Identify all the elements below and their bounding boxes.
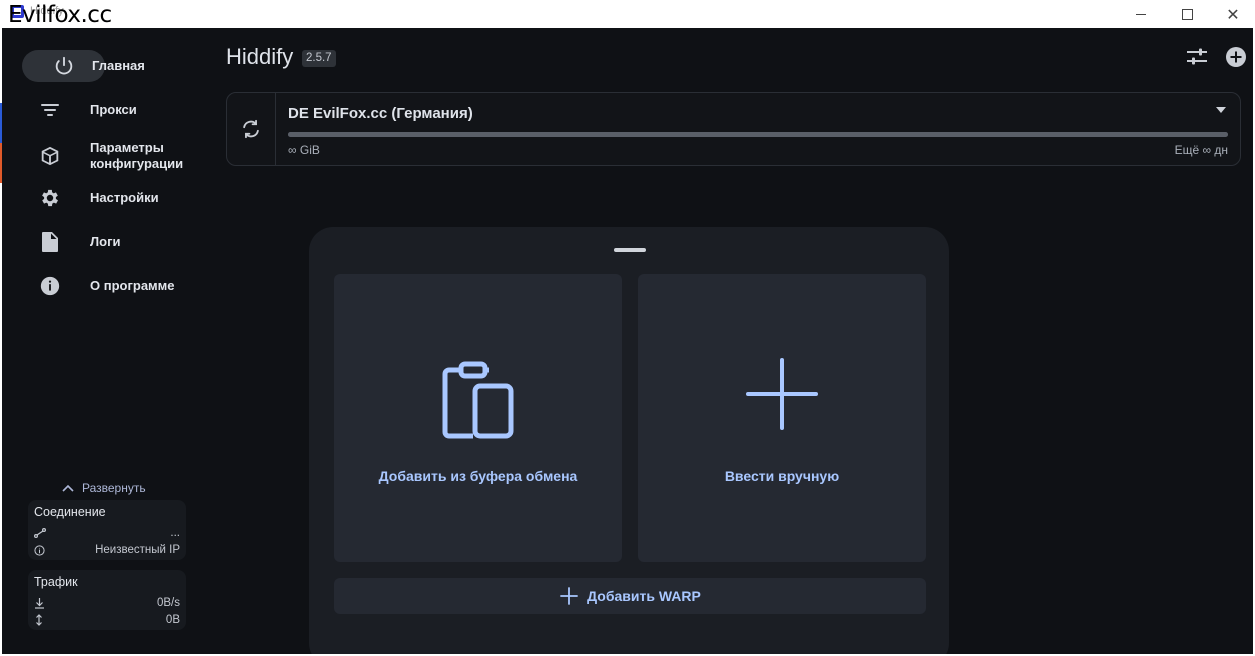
add-warp-label: Добавить WARP: [587, 588, 701, 604]
active-profile-card[interactable]: DE EvilFox.cc (Германия) ∞ GiB Ещё ∞ дн: [226, 92, 1241, 166]
sidebar-item-label: Главная: [92, 58, 145, 73]
data-remaining: ∞ GiB: [288, 143, 320, 157]
traffic-card: Трафик 0B/s 0B: [28, 570, 186, 630]
app-window: Главная Прокси Параметры конфигурации На…: [2, 28, 1253, 654]
sidebar-item-logs[interactable]: Логи: [22, 224, 202, 260]
close-button[interactable]: ✕: [1210, 0, 1255, 28]
time-remaining: Ещё ∞ дн: [1174, 143, 1228, 157]
drag-handle[interactable]: [614, 248, 646, 252]
sidebar-item-proxies[interactable]: Прокси: [22, 92, 202, 128]
sidebar-item-label: Параметры конфигурации: [90, 140, 184, 171]
connection-ip-row: Неизвестный IP: [34, 543, 180, 557]
expand-stats-button[interactable]: Развернуть: [62, 481, 146, 495]
watermark-title: Evilfox.cc: [8, 2, 112, 28]
chevron-up-icon: [62, 484, 74, 492]
add-profile-button[interactable]: [1222, 43, 1250, 71]
maximize-icon: [1181, 8, 1193, 20]
plus-circle-icon: [1226, 47, 1246, 67]
version-badge: 2.5.7: [302, 50, 336, 67]
document-icon: [22, 226, 78, 258]
connection-route-value: ...: [170, 527, 180, 539]
maximize-button[interactable]: [1164, 0, 1210, 28]
add-profile-sheet: Добавить из буфера обмена Ввести вручную…: [309, 227, 949, 654]
route-icon: [34, 528, 46, 538]
sidebar-item-label: Прокси: [90, 102, 137, 117]
usage-progress-bar: [288, 132, 1228, 137]
sidebar-item-config-options[interactable]: Параметры конфигурации: [22, 136, 202, 176]
window-titlebar: Hiddify Evilfox.cc ✕: [0, 0, 1255, 28]
sidebar-item-home[interactable]: Главная: [22, 48, 202, 84]
up-down-arrows-icon: [36, 614, 42, 626]
page-title: Hiddify: [226, 44, 294, 69]
download-icon: [35, 598, 44, 609]
add-from-clipboard-button[interactable]: Добавить из буфера обмена: [334, 274, 622, 562]
sidebar: Главная Прокси Параметры конфигурации На…: [2, 28, 202, 654]
info-icon: [22, 270, 78, 302]
sidebar-item-settings[interactable]: Настройки: [22, 180, 202, 216]
sidebar-item-label: Логи: [90, 234, 121, 249]
close-icon: ✕: [1226, 4, 1240, 24]
sync-icon: [243, 119, 259, 139]
plus-icon: [560, 587, 579, 605]
usage-progress-fill: [288, 132, 1228, 137]
minimize-button[interactable]: [1118, 0, 1164, 28]
minimize-icon: [1136, 13, 1146, 15]
sidebar-item-label: Настройки: [90, 190, 159, 205]
clipboard-option-label: Добавить из буфера обмена: [378, 468, 578, 484]
expand-label: Развернуть: [82, 481, 146, 495]
manual-option-label: Ввести вручную: [724, 468, 840, 484]
traffic-total-value: 0B: [165, 614, 180, 626]
traffic-speed-row: 0B/s: [34, 596, 180, 610]
profile-name: DE EvilFox.cc (Германия): [288, 105, 473, 122]
sliders-icon: [1187, 48, 1207, 65]
add-warp-button[interactable]: Добавить WARP: [334, 578, 926, 614]
update-profile-button[interactable]: [227, 93, 276, 165]
filter-lines-icon: [22, 94, 78, 126]
info-circle-icon: [34, 544, 45, 556]
box-icon: [22, 140, 78, 172]
sidebar-item-label: О программе: [90, 278, 175, 293]
dropdown-caret-icon[interactable]: [1216, 107, 1226, 113]
connection-ip-value: Неизвестный IP: [95, 544, 180, 556]
plus-icon: [638, 358, 926, 430]
connection-title: Соединение: [34, 505, 106, 519]
connection-card: Соединение ... Неизвестный IP: [28, 500, 186, 560]
traffic-total-row: 0B: [34, 613, 180, 627]
filters-button[interactable]: [1183, 43, 1211, 71]
connection-route-row: ...: [34, 526, 180, 540]
traffic-speed-value: 0B/s: [156, 597, 180, 609]
clipboard-icon: [334, 358, 622, 440]
traffic-title: Трафик: [34, 575, 78, 589]
gear-icon: [22, 182, 78, 214]
sidebar-item-about[interactable]: О программе: [22, 268, 202, 304]
add-manually-button[interactable]: Ввести вручную: [638, 274, 926, 562]
